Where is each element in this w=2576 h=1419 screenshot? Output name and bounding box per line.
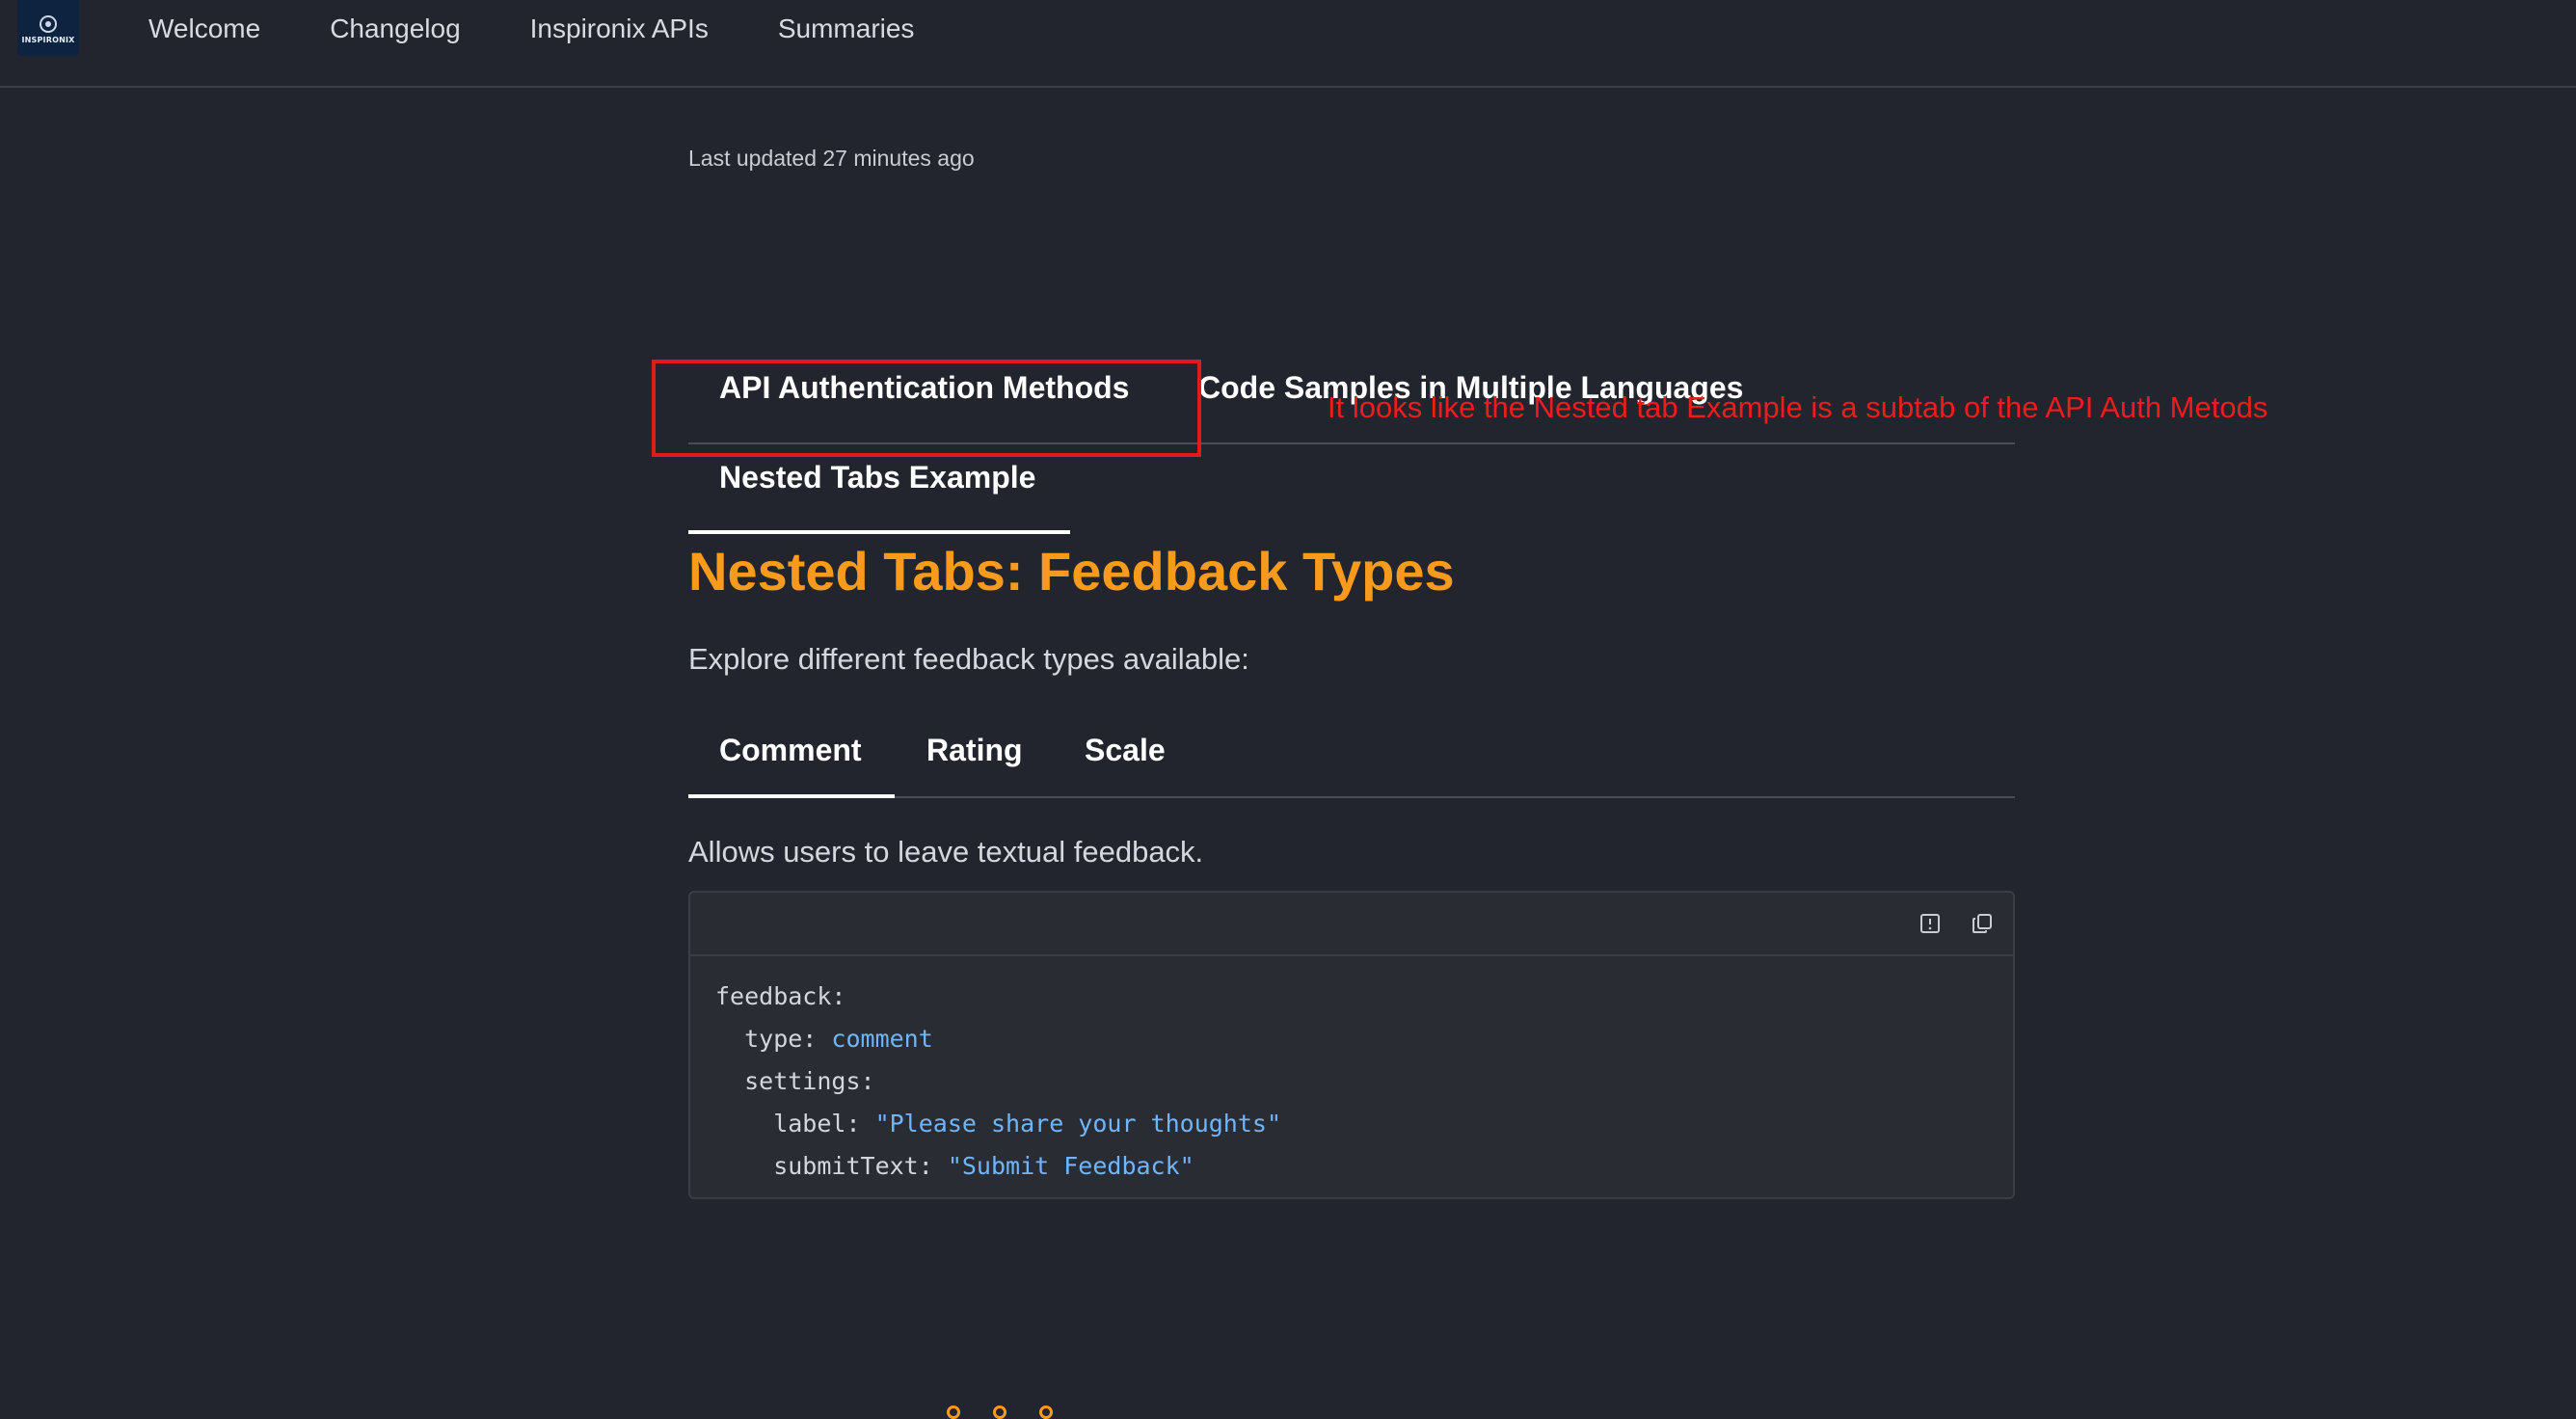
code-line-3: settings: — [715, 1067, 875, 1095]
active-subtab-indicator — [688, 794, 895, 798]
subtab-rating[interactable]: Rating — [926, 731, 1023, 769]
report-icon-svg — [1920, 914, 1940, 933]
copy-icon[interactable] — [1971, 912, 1994, 935]
annotation-note: It looks like the Nested tab Example is … — [1328, 390, 2268, 424]
decor-dot — [1039, 1406, 1053, 1419]
code-block: feedback: type: comment settings: label:… — [688, 891, 2015, 1199]
code-line-1: feedback: — [715, 982, 846, 1010]
main-nav: Welcome Changelog Inspironix APIs Summar… — [148, 12, 983, 46]
code-line-4-key: label: — [715, 1110, 875, 1138]
logo-text: INSPIRONIX — [21, 36, 75, 44]
code-toolbar — [690, 893, 2013, 956]
decor-dot — [993, 1406, 1006, 1419]
code-line-4-value: "Please share your thoughts" — [874, 1110, 1282, 1138]
bottom-decoration — [947, 1406, 1053, 1419]
nav-link-welcome[interactable]: Welcome — [148, 12, 260, 46]
code-line-2-value: comment — [831, 1025, 933, 1053]
annotation-highlight-box — [652, 360, 1201, 457]
decor-dot — [947, 1406, 960, 1419]
copy-icon-svg — [1972, 914, 1992, 933]
section-description: Explore different feedback types availab… — [688, 642, 1249, 676]
nav-link-changelog[interactable]: Changelog — [330, 12, 460, 46]
last-updated-text: Last updated 27 minutes ago — [688, 146, 975, 171]
code-line-5-key: submitText: — [715, 1152, 948, 1180]
nav-link-summaries[interactable]: Summaries — [778, 12, 915, 46]
subtab-comment[interactable]: Comment — [719, 731, 862, 769]
section-title: Nested Tabs: Feedback Types — [688, 541, 1455, 602]
logo-icon[interactable]: INSPIRONIX — [17, 0, 79, 56]
sub-tab-bar: Comment Rating Scale — [688, 713, 2015, 798]
active-tab-indicator — [688, 530, 1070, 534]
tab-nested-tabs-example[interactable]: Nested Tabs Example — [719, 458, 1035, 496]
code-line-5-value: "Submit Feedback" — [947, 1152, 1194, 1180]
top-navigation-bar: INSPIRONIX Welcome Changelog Inspironix … — [0, 0, 2576, 88]
subtab-scale[interactable]: Scale — [1085, 731, 1166, 769]
code-line-2-key: type: — [715, 1025, 832, 1053]
code-content: feedback: type: comment settings: label:… — [690, 956, 2013, 1197]
logo-mark — [40, 15, 57, 33]
subtab-description: Allows users to leave textual feedback. — [688, 835, 1204, 869]
report-icon[interactable] — [1919, 912, 1942, 935]
nav-link-inspironix-apis[interactable]: Inspironix APIs — [530, 12, 709, 46]
